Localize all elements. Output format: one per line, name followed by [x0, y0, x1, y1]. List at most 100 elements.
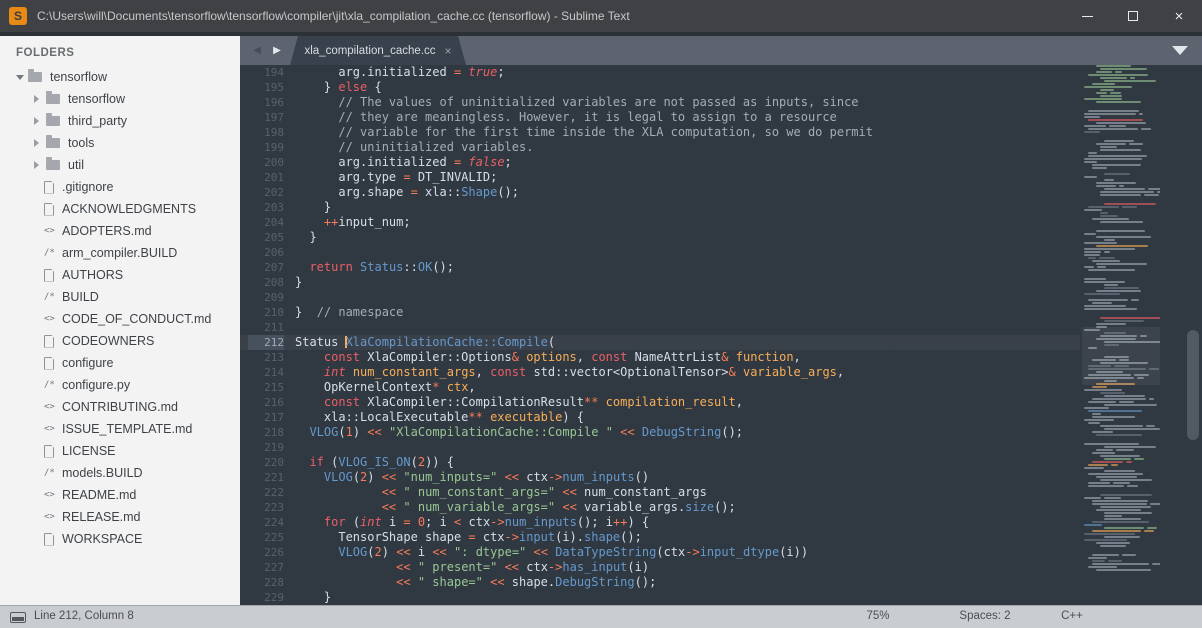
sidebar-item-codeowners[interactable]: CODEOWNERS: [0, 330, 240, 352]
line-number[interactable]: 213: [248, 350, 284, 365]
code-line-211[interactable]: 211: [240, 320, 1202, 335]
code-line-208[interactable]: 208}: [240, 275, 1202, 290]
tab-history-back-icon[interactable]: ◀: [248, 36, 266, 65]
code-line-195[interactable]: 195 } else {: [240, 80, 1202, 95]
sidebar-item-workspace[interactable]: WORKSPACE: [0, 528, 240, 550]
code-line-205[interactable]: 205 }: [240, 230, 1202, 245]
tab-xla-compilation-cache[interactable]: xla_compilation_cache.cc ×: [290, 36, 466, 65]
code-line-203[interactable]: 203 }: [240, 200, 1202, 215]
code-line-202[interactable]: 202 arg.shape = xla::Shape();: [240, 185, 1202, 200]
code-line-210[interactable]: 210} // namespace: [240, 305, 1202, 320]
code-line-200[interactable]: 200 arg.initialized = false;: [240, 155, 1202, 170]
code-line-204[interactable]: 204 ++input_num;: [240, 215, 1202, 230]
line-number[interactable]: 204: [248, 215, 284, 230]
line-number[interactable]: 224: [248, 515, 284, 530]
line-number[interactable]: 225: [248, 530, 284, 545]
code-line-209[interactable]: 209: [240, 290, 1202, 305]
sidebar-item-arm-compiler-build[interactable]: /* arm_compiler.BUILD: [0, 242, 240, 264]
code-line-197[interactable]: 197 // they are meaningless. However, it…: [240, 110, 1202, 125]
code-line-198[interactable]: 198 // variable for the first time insid…: [240, 125, 1202, 140]
code-line-228[interactable]: 228 << " shape=" << shape.DebugString();: [240, 575, 1202, 590]
line-number[interactable]: 219: [248, 440, 284, 455]
minimize-button[interactable]: [1064, 0, 1110, 32]
line-number[interactable]: 206: [248, 245, 284, 260]
code-line-207[interactable]: 207 return Status::OK();: [240, 260, 1202, 275]
code-line-220[interactable]: 220 if (VLOG_IS_ON(2)) {: [240, 455, 1202, 470]
maximize-button[interactable]: [1110, 0, 1156, 32]
close-window-button[interactable]: ×: [1156, 0, 1202, 32]
line-number[interactable]: 200: [248, 155, 284, 170]
code-line-212[interactable]: 212 Status XlaCompilationCache::Compile(: [240, 335, 1202, 350]
sidebar-item-license[interactable]: LICENSE: [0, 440, 240, 462]
line-number[interactable]: 199: [248, 140, 284, 155]
code-line-194[interactable]: 194 arg.initialized = true;: [240, 65, 1202, 80]
code-line-218[interactable]: 218 VLOG(1) << "XlaCompilationCache::Com…: [240, 425, 1202, 440]
line-number[interactable]: 221: [248, 470, 284, 485]
line-number[interactable]: 202: [248, 185, 284, 200]
sidebar-item-authors[interactable]: AUTHORS: [0, 264, 240, 286]
code-line-214[interactable]: 214 int num_constant_args, const std::ve…: [240, 365, 1202, 380]
line-number[interactable]: 203: [248, 200, 284, 215]
line-number[interactable]: 222: [248, 485, 284, 500]
line-number[interactable]: 207: [248, 260, 284, 275]
line-number[interactable]: 214: [248, 365, 284, 380]
code-line-219[interactable]: 219: [240, 440, 1202, 455]
sidebar-item-issue-template-md[interactable]: <> ISSUE_TEMPLATE.md: [0, 418, 240, 440]
minimap-viewport[interactable]: [1082, 327, 1160, 385]
sidebar-item-third-party[interactable]: third_party: [0, 110, 240, 132]
code-line-213[interactable]: 213 const XlaCompiler::Options& options,…: [240, 350, 1202, 365]
zoom-level-status[interactable]: 75%: [866, 610, 889, 622]
line-number[interactable]: 217: [248, 410, 284, 425]
code-editor[interactable]: 194 arg.initialized = true; 195 } else {1…: [240, 65, 1202, 605]
sidebar-item-adopters-md[interactable]: <> ADOPTERS.md: [0, 220, 240, 242]
line-number[interactable]: 201: [248, 170, 284, 185]
sidebar-item-models-build[interactable]: /* models.BUILD: [0, 462, 240, 484]
tab-history-forward-icon[interactable]: ▶: [268, 36, 286, 65]
tab-close-icon[interactable]: ×: [445, 45, 452, 57]
code-line-196[interactable]: 196 // The values of uninitialized varia…: [240, 95, 1202, 110]
sidebar-item-tensorflow[interactable]: tensorflow: [0, 66, 240, 88]
sidebar-item-acknowledgments[interactable]: ACKNOWLEDGMENTS: [0, 198, 240, 220]
line-number[interactable]: 194: [248, 65, 284, 80]
line-number[interactable]: 208: [248, 275, 284, 290]
sidebar-item-release-md[interactable]: <> RELEASE.md: [0, 506, 240, 528]
code-line-206[interactable]: 206: [240, 245, 1202, 260]
chevron-right-icon[interactable]: [34, 117, 46, 125]
sidebar-item-tensorflow[interactable]: tensorflow: [0, 88, 240, 110]
code-line-216[interactable]: 216 const XlaCompiler::CompilationResult…: [240, 395, 1202, 410]
indentation-status[interactable]: Spaces: 2: [959, 610, 1010, 622]
chevron-right-icon[interactable]: [34, 161, 46, 169]
line-number[interactable]: 228: [248, 575, 284, 590]
sidebar-item-tools[interactable]: tools: [0, 132, 240, 154]
line-number[interactable]: 210: [248, 305, 284, 320]
line-number[interactable]: 209: [248, 290, 284, 305]
line-number[interactable]: 216: [248, 395, 284, 410]
sidebar-item-util[interactable]: util: [0, 154, 240, 176]
line-number[interactable]: 229: [248, 590, 284, 605]
line-number[interactable]: 218: [248, 425, 284, 440]
code-line-222[interactable]: 222 << " num_constant_args=" << num_cons…: [240, 485, 1202, 500]
code-line-229[interactable]: 229 }: [240, 590, 1202, 605]
line-number[interactable]: 196: [248, 95, 284, 110]
syntax-status[interactable]: C++: [1061, 610, 1083, 622]
line-number[interactable]: 227: [248, 560, 284, 575]
sidebar-item-readme-md[interactable]: <> README.md: [0, 484, 240, 506]
chevron-right-icon[interactable]: [34, 139, 46, 147]
chevron-down-icon[interactable]: [16, 75, 28, 80]
tab-overflow-menu-icon[interactable]: [1172, 46, 1188, 55]
sidebar-item-build[interactable]: /* BUILD: [0, 286, 240, 308]
code-line-199[interactable]: 199 // uninitialized variables.: [240, 140, 1202, 155]
line-number[interactable]: 195: [248, 80, 284, 95]
code-line-225[interactable]: 225 TensorShape shape = ctx->input(i).sh…: [240, 530, 1202, 545]
line-number[interactable]: 226: [248, 545, 284, 560]
line-number[interactable]: 215: [248, 380, 284, 395]
line-number[interactable]: 220: [248, 455, 284, 470]
sidebar-item--gitignore[interactable]: .gitignore: [0, 176, 240, 198]
line-number[interactable]: 198: [248, 125, 284, 140]
code-line-224[interactable]: 224 for (int i = 0; i < ctx->num_inputs(…: [240, 515, 1202, 530]
sidebar-item-code-of-conduct-md[interactable]: <> CODE_OF_CONDUCT.md: [0, 308, 240, 330]
code-line-201[interactable]: 201 arg.type = DT_INVALID;: [240, 170, 1202, 185]
sidebar-item-contributing-md[interactable]: <> CONTRIBUTING.md: [0, 396, 240, 418]
sidebar-item-configure[interactable]: configure: [0, 352, 240, 374]
code-line-221[interactable]: 221 VLOG(2) << "num_inputs=" << ctx->num…: [240, 470, 1202, 485]
